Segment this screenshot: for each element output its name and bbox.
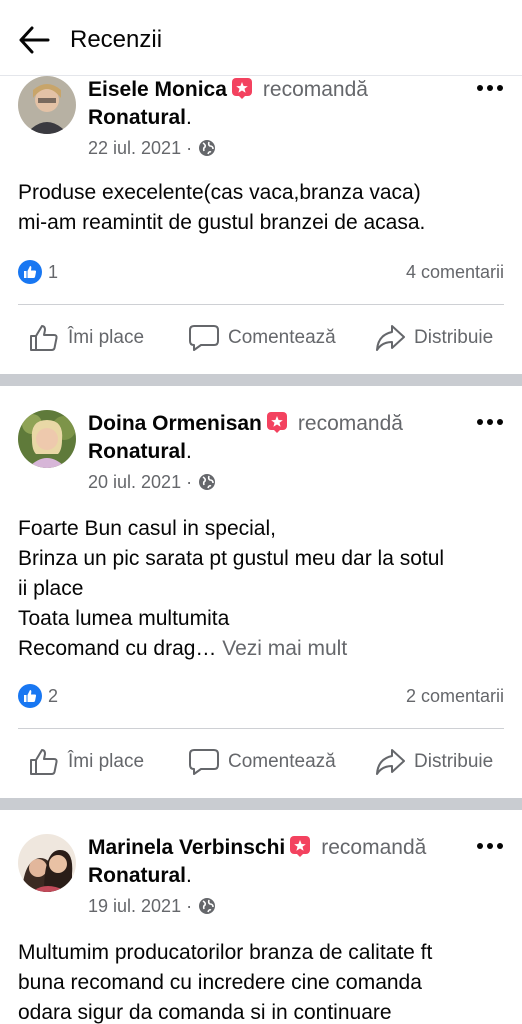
text-line-truncated: Recomand cu drag…: [18, 637, 217, 660]
comment-bubble-icon: [189, 749, 219, 775]
like-button[interactable]: Îmi place: [28, 742, 144, 782]
recommend-label: recomandă: [321, 836, 427, 859]
share-button[interactable]: Distribuie: [374, 318, 493, 358]
page-suffix: .: [186, 440, 192, 463]
more-options-button[interactable]: [472, 78, 508, 98]
review-post: Marinela Verbinschi recomandă Ronatural. …: [0, 810, 522, 1024]
text-line: Produse execelente(cas vaca,branza vaca): [18, 181, 421, 204]
comments-count[interactable]: 4 comentarii: [406, 262, 504, 283]
dot-icon: [477, 419, 483, 425]
globe-icon: [198, 139, 216, 157]
dot-icon: [487, 85, 493, 91]
page-link[interactable]: Ronatural.: [88, 862, 192, 890]
recommend-icon: [290, 836, 311, 857]
avatar[interactable]: [18, 76, 76, 134]
page-name[interactable]: Ronatural: [88, 440, 186, 463]
more-options-button[interactable]: [472, 412, 508, 432]
dot-icon: [497, 843, 503, 849]
comment-label: Comentează: [228, 751, 336, 772]
thumbs-up-icon: [30, 325, 58, 351]
like-button[interactable]: Îmi place: [28, 318, 144, 358]
recommend-label: recomandă: [297, 412, 403, 435]
see-more-link[interactable]: Vezi mai mult: [222, 637, 347, 660]
recommend-icon: [231, 78, 252, 99]
page-title: Recenzii: [70, 26, 163, 53]
text-line: buna recomand cu incredere cine comanda: [18, 971, 422, 994]
date-text: 19 iul. 2021 ·: [88, 896, 193, 916]
date-text: 22 iul. 2021 ·: [88, 138, 193, 158]
dot-icon: [497, 85, 503, 91]
like-label: Îmi place: [68, 751, 145, 772]
separator: [18, 304, 504, 305]
avatar[interactable]: [18, 410, 76, 468]
page-link[interactable]: Ronatural.: [88, 104, 192, 132]
dot-icon: [487, 843, 493, 849]
like-reaction-icon: [18, 684, 42, 708]
avatar[interactable]: [18, 834, 76, 892]
post-text: Multumim producatorilor branza de calita…: [18, 938, 508, 1024]
post-divider: [0, 374, 522, 386]
separator: [18, 728, 504, 729]
author-name[interactable]: Eisele Monica: [88, 78, 227, 101]
comments-count[interactable]: 2 comentarii: [406, 686, 504, 707]
share-label: Distribuie: [414, 327, 494, 348]
date-text: 20 iul. 2021 ·: [88, 472, 193, 492]
like-label: Îmi place: [68, 327, 145, 348]
globe-icon: [198, 897, 216, 915]
thumbs-up-icon: [30, 749, 58, 775]
post-divider: [0, 798, 522, 810]
text-line: Multumim producatorilor branza de calita…: [18, 941, 433, 964]
share-label: Distribuie: [414, 751, 494, 772]
author-line: Doina Ormenisan recomandă: [88, 410, 403, 438]
text-line: Brinza un pic sarata pt gustul meu dar l…: [18, 547, 445, 570]
comment-label: Comentează: [228, 327, 336, 348]
comment-button[interactable]: Comentează: [188, 318, 336, 358]
likes-count: 1: [48, 261, 59, 282]
page-name[interactable]: Ronatural: [88, 106, 186, 129]
text-line: odara sigur da comanda si in continuare: [18, 1001, 392, 1024]
dot-icon: [477, 843, 483, 849]
page-suffix: .: [186, 864, 192, 887]
reactions-summary[interactable]: 1: [18, 260, 58, 284]
dot-icon: [487, 419, 493, 425]
comment-button[interactable]: Comentează: [188, 742, 336, 782]
back-button[interactable]: [16, 22, 52, 58]
dot-icon: [477, 85, 483, 91]
text-line: ii place: [18, 577, 84, 600]
text-line: Foarte Bun casul in special,: [18, 517, 276, 540]
author-line: Marinela Verbinschi recomandă: [88, 834, 426, 862]
post-date[interactable]: 20 iul. 2021 ·: [88, 470, 216, 494]
reactions-summary[interactable]: 2: [18, 684, 58, 708]
share-button[interactable]: Distribuie: [374, 742, 493, 782]
share-arrow-icon: [376, 325, 405, 351]
recommend-icon: [266, 412, 287, 433]
dot-icon: [497, 419, 503, 425]
more-options-button[interactable]: [472, 836, 508, 856]
recommend-label: recomandă: [262, 78, 368, 101]
post-date[interactable]: 19 iul. 2021 ·: [88, 894, 216, 918]
post-date[interactable]: 22 iul. 2021 ·: [88, 136, 216, 160]
post-text: Foarte Bun casul in special, Brinza un p…: [18, 514, 508, 664]
author-name[interactable]: Doina Ormenisan: [88, 412, 262, 435]
like-reaction-icon: [18, 260, 42, 284]
arrow-left-icon: [19, 26, 50, 54]
share-arrow-icon: [376, 749, 405, 775]
text-line: Toata lumea multumita: [18, 607, 230, 630]
page-link[interactable]: Ronatural.: [88, 438, 192, 466]
review-post: Doina Ormenisan recomandă Ronatural. 20 i…: [0, 386, 522, 798]
comment-bubble-icon: [189, 325, 219, 351]
page-suffix: .: [186, 106, 192, 129]
text-line: Recomand cu drag… Vezi mai mult: [18, 634, 508, 664]
globe-icon: [198, 473, 216, 491]
post-text: Produse execelente(cas vaca,branza vaca)…: [18, 178, 508, 238]
top-bar: Recenzii: [0, 0, 522, 76]
likes-count: 2: [48, 685, 59, 706]
text-line: mi-am reamintit de gustul branzei de aca…: [18, 211, 426, 234]
author-name[interactable]: Marinela Verbinschi: [88, 836, 285, 859]
page-name[interactable]: Ronatural: [88, 864, 186, 887]
author-line: Eisele Monica recomandă: [88, 76, 368, 104]
